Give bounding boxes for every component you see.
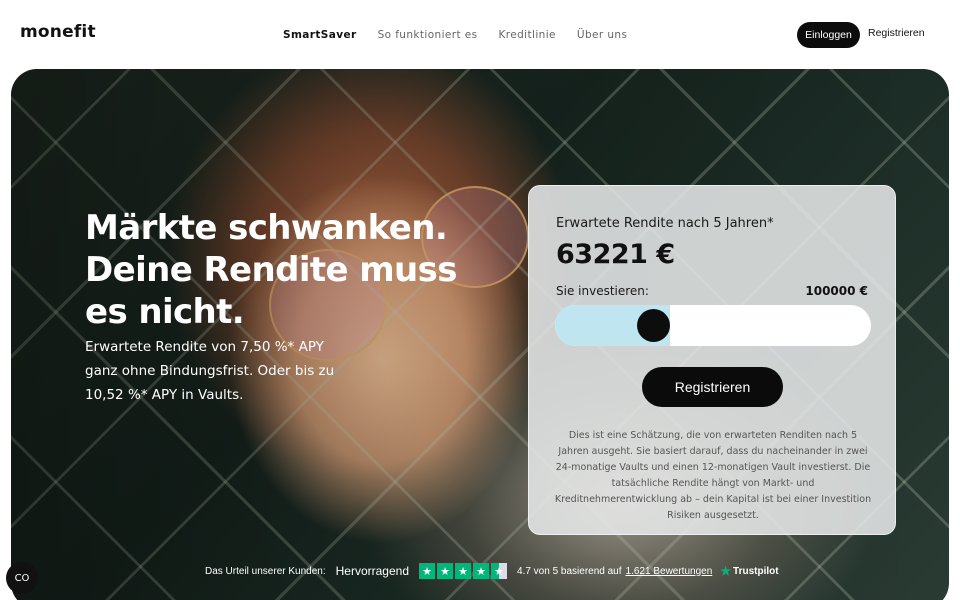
headline-line: es nicht.: [85, 292, 245, 332]
slider-thumb[interactable]: [637, 309, 671, 342]
register-button[interactable]: Registrieren: [642, 367, 783, 407]
invest-amount: 100000 €: [805, 284, 868, 298]
trust-score-text: 4.7 von 5 basierend auf: [517, 565, 622, 577]
trust-lead-text: Das Urteil unserer Kunden:: [205, 565, 326, 577]
return-calculator-card: Erwartete Rendite nach 5 Jahren* 63221 €…: [528, 185, 896, 535]
nav-smartsaver[interactable]: SmartSaver: [283, 29, 357, 41]
trust-rating-word: Hervorragend: [335, 564, 409, 578]
nav-credit-line[interactable]: Kreditlinie: [498, 29, 555, 41]
main-nav: SmartSaver So funktioniert es Kreditlini…: [283, 29, 648, 41]
site-header: monefit SmartSaver So funktioniert es Kr…: [0, 0, 960, 68]
trustpilot-brand: Trustpilot: [733, 565, 779, 577]
headline-line: Deine Rendite muss: [85, 250, 458, 290]
cookie-glyph: CO: [14, 572, 30, 584]
nav-how-it-works[interactable]: So funktioniert es: [378, 29, 478, 41]
headline-line: Märkte schwanken.: [85, 208, 448, 248]
trustpilot-widget: Das Urteil unserer Kunden: Hervorragend …: [205, 562, 779, 580]
investment-slider[interactable]: [555, 305, 871, 346]
trustpilot-logo[interactable]: ★ Trustpilot: [720, 564, 778, 578]
invest-label: Sie investieren:: [556, 284, 649, 298]
expected-return-label: Erwartete Rendite nach 5 Jahren*: [556, 216, 774, 231]
nav-about-us[interactable]: Über uns: [577, 29, 627, 41]
star-icon: ★: [437, 563, 453, 579]
star-icon: ★: [473, 563, 489, 579]
half-star-icon: ★: [491, 563, 507, 579]
trust-reviews-link[interactable]: 1.621 Bewertungen: [626, 566, 713, 577]
expected-return-amount: 63221 €: [556, 239, 675, 270]
cookie-settings-icon[interactable]: CO: [6, 562, 38, 594]
monefit-logo[interactable]: monefit: [20, 22, 96, 42]
star-icon: ★: [455, 563, 471, 579]
trust-stars: ★ ★ ★ ★ ★: [419, 563, 507, 579]
login-button[interactable]: Einloggen: [797, 22, 860, 48]
hero-headline: Märkte schwanken. Deine Rendite muss es …: [85, 207, 465, 333]
register-link[interactable]: Registrieren: [868, 27, 925, 39]
hero-section: Märkte schwanken. Deine Rendite muss es …: [11, 69, 949, 600]
trustpilot-star-icon: ★: [720, 564, 732, 578]
hero-subtext: Erwartete Rendite von 7,50 %* APY ganz o…: [85, 339, 335, 403]
calculator-disclaimer: Dies ist eine Schätzung, die von erwarte…: [554, 430, 872, 521]
star-icon: ★: [419, 563, 435, 579]
